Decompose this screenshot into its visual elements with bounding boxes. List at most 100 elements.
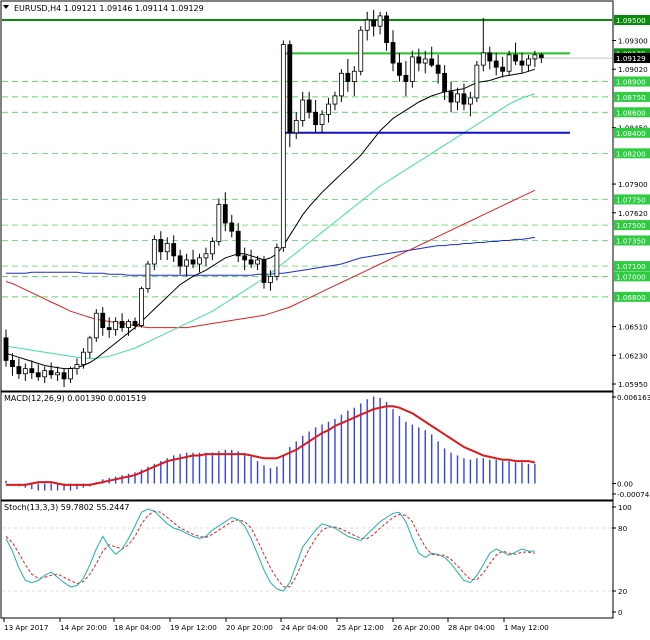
candle-body-16 xyxy=(106,327,112,331)
macd-scale-label-2: -0.000745 xyxy=(617,490,650,499)
time-label-6: 25 Apr 12:00 xyxy=(337,623,384,632)
candle-body-67 xyxy=(435,64,441,74)
time-label-9: 1 May 12:00 xyxy=(504,623,549,632)
candle-body-9 xyxy=(61,372,67,380)
price-label-5: 1.08900 xyxy=(616,78,646,87)
candle-body-32 xyxy=(209,241,215,255)
candle-body-75 xyxy=(487,52,493,62)
candle-body-78 xyxy=(506,54,512,72)
candle-body-69 xyxy=(448,91,454,103)
candle-body-62 xyxy=(403,74,409,82)
candle-body-82 xyxy=(532,54,538,60)
price-label-7: 1.08600 xyxy=(616,108,646,117)
chart-root: 1.095001.093001.091751.091291.090201.089… xyxy=(0,0,650,636)
candle-body-27 xyxy=(177,255,183,267)
candle-body-51 xyxy=(332,95,338,105)
candle-body-65 xyxy=(422,58,428,64)
candle-body-3 xyxy=(22,368,28,375)
stoch-scale-label-2: 20 xyxy=(618,587,628,596)
price-label-4: 1.09020 xyxy=(618,65,648,74)
candle-body-22 xyxy=(145,263,151,290)
candle-body-77 xyxy=(500,66,506,72)
candle-body-76 xyxy=(493,60,499,68)
candle-body-64 xyxy=(416,56,422,64)
candle-body-83 xyxy=(538,54,544,59)
candle-body-20 xyxy=(132,321,138,326)
time-label-4: 20 Apr 20:00 xyxy=(226,623,273,632)
time-label-8: 28 Apr 04:00 xyxy=(448,623,495,632)
candle-body-49 xyxy=(319,113,325,125)
candle-body-57 xyxy=(371,19,377,27)
time-label-0: 13 Apr 2017 xyxy=(4,623,48,632)
price-label-14: 1.07500 xyxy=(616,221,646,230)
candle-body-8 xyxy=(55,372,60,376)
candle-body-35 xyxy=(229,222,235,232)
price-label-20: 1.06230 xyxy=(618,351,648,360)
macd-title-label: MACD(12,26,9) 0.001390 0.001519 xyxy=(4,394,146,403)
candle-body-21 xyxy=(139,288,144,326)
candle-body-42 xyxy=(274,247,280,277)
macd-scale-label-0: 0.006163 xyxy=(617,393,650,402)
candle-body-52 xyxy=(338,72,344,97)
candle-body-45 xyxy=(293,120,299,134)
stoch-scale-label-0: 100 xyxy=(618,503,632,512)
candle-body-30 xyxy=(197,257,202,265)
time-label-7: 26 Apr 20:00 xyxy=(393,623,440,632)
candle-body-68 xyxy=(442,72,448,93)
candle-body-28 xyxy=(184,259,190,267)
candle-body-48 xyxy=(313,111,319,125)
symbol-header-label: EURUSD,H4 1.09121 1.09146 1.09114 1.0912… xyxy=(14,4,204,13)
time-label-1: 14 Apr 20:00 xyxy=(60,623,107,632)
candle-body-59 xyxy=(384,15,389,43)
candle-body-80 xyxy=(519,60,525,66)
price-label-21: 1.05950 xyxy=(618,380,648,389)
candle-body-60 xyxy=(390,42,396,64)
candle-body-63 xyxy=(409,56,415,82)
candle-body-15 xyxy=(100,312,106,329)
candle-body-50 xyxy=(326,103,331,115)
candle-body-7 xyxy=(48,370,54,376)
candle-body-47 xyxy=(306,99,312,113)
candle-body-43 xyxy=(280,44,286,249)
candle-body-23 xyxy=(151,239,157,265)
candle-body-40 xyxy=(261,259,267,283)
price-label-1: 1.09300 xyxy=(618,37,648,46)
candle-body-25 xyxy=(164,243,170,253)
candle-body-53 xyxy=(345,72,351,82)
price-label-6: 1.08750 xyxy=(616,93,646,102)
candle-body-11 xyxy=(74,364,80,370)
price-label-12: 1.07750 xyxy=(616,195,646,204)
candle-body-56 xyxy=(364,19,370,31)
candle-body-72 xyxy=(467,97,473,105)
time-label-2: 18 Apr 04:00 xyxy=(114,623,161,632)
price-label-18: 1.06800 xyxy=(616,293,646,302)
time-label-5: 24 Apr 04:00 xyxy=(281,623,328,632)
candle-body-17 xyxy=(113,321,119,331)
candle-body-29 xyxy=(190,259,196,265)
candle-body-18 xyxy=(119,321,125,329)
candle-body-66 xyxy=(429,58,435,66)
candle-body-79 xyxy=(513,54,518,62)
price-label-19: 1.06510 xyxy=(618,323,648,332)
candle-body-73 xyxy=(474,64,480,99)
candle-body-81 xyxy=(526,58,531,66)
candle-body-5 xyxy=(35,372,41,378)
price-label-16: 1.07100 xyxy=(616,262,646,271)
candle-body-39 xyxy=(255,259,260,265)
candle-body-19 xyxy=(126,321,131,329)
candle-body-1 xyxy=(10,360,15,367)
candle-body-46 xyxy=(300,99,306,121)
price-label-9: 1.08400 xyxy=(616,129,646,138)
price-label-3: 1.09129 xyxy=(616,54,646,63)
stoch-scale-label-3: 0 xyxy=(618,608,623,617)
price-label-17: 1.07000 xyxy=(616,272,646,281)
price-label-15: 1.07350 xyxy=(616,236,646,245)
stoch-panel-frame xyxy=(0,500,614,619)
time-label-3: 19 Apr 12:00 xyxy=(170,623,217,632)
candle-body-41 xyxy=(268,275,273,283)
price-label-13: 1.07620 xyxy=(618,209,648,218)
macd-scale-label-1: 0.00 xyxy=(617,480,633,489)
price-label-11: 1.07900 xyxy=(618,180,648,189)
candle-body-26 xyxy=(171,243,177,257)
stoch-scale-label-1: 80 xyxy=(618,524,628,533)
